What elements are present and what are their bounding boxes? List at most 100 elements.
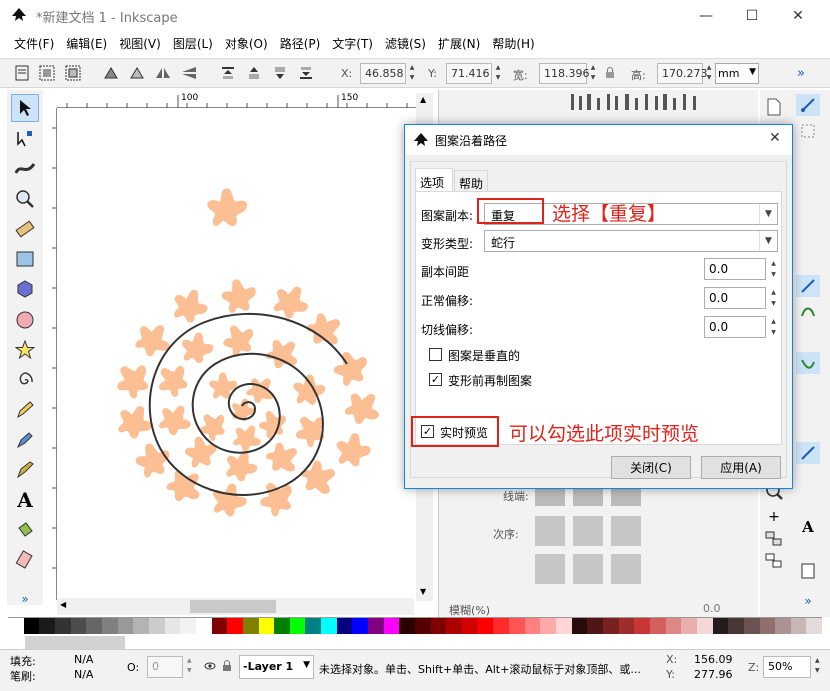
- minimize-button[interactable]: —: [683, 0, 729, 31]
- rectangle-tool-icon[interactable]: [11, 245, 39, 273]
- palette-swatch[interactable]: [54, 618, 71, 634]
- normal-offset-input[interactable]: 0.0: [704, 287, 766, 309]
- order-option-4[interactable]: [535, 554, 565, 584]
- lock-icon[interactable]: [604, 66, 616, 80]
- snap-center-icon[interactable]: [796, 442, 820, 464]
- opacity-input[interactable]: 0: [147, 656, 183, 678]
- palette-swatch[interactable]: [430, 618, 447, 634]
- group-icon[interactable]: [762, 528, 786, 550]
- tangent-offset-input[interactable]: 0.0: [704, 316, 766, 338]
- duplicate-before-deform-checkbox[interactable]: ✓: [429, 373, 442, 386]
- new-document-icon[interactable]: [762, 96, 786, 118]
- palette-swatch[interactable]: [336, 618, 353, 634]
- snap-page-icon[interactable]: [796, 560, 820, 582]
- palette-swatch[interactable]: [743, 618, 760, 634]
- palette-swatch[interactable]: [383, 618, 400, 634]
- node-tool-icon[interactable]: [11, 125, 39, 153]
- order-option-2[interactable]: [573, 516, 603, 546]
- palette-swatch[interactable]: [555, 618, 572, 634]
- palette-swatch[interactable]: [759, 618, 776, 634]
- layer-lock-icon[interactable]: [222, 659, 232, 672]
- snap-toggle-icon[interactable]: [796, 94, 820, 116]
- pattern-vertical-checkbox[interactable]: [429, 348, 442, 361]
- palette-swatch[interactable]: [649, 618, 666, 634]
- y-spinner[interactable]: ▲ ▼: [493, 63, 503, 84]
- palette-swatch[interactable]: [665, 618, 682, 634]
- unit-select[interactable]: mm ▼: [715, 63, 759, 84]
- scroll-thumb[interactable]: [190, 600, 276, 613]
- palette-swatch[interactable]: [23, 618, 40, 634]
- height-spinner[interactable]: ▲ ▼: [704, 63, 714, 84]
- canvas-horizontal-scrollbar[interactable]: ◀: [57, 598, 414, 615]
- zoom-spinner[interactable]: ▲ ▼: [815, 656, 820, 676]
- select-all-layers-icon[interactable]: [38, 64, 56, 82]
- palette-swatch[interactable]: [101, 618, 118, 634]
- menu-file[interactable]: 文件(F): [14, 35, 54, 52]
- palette-swatch[interactable]: [195, 618, 212, 634]
- selector-tool-icon[interactable]: [11, 94, 39, 122]
- text-baseline-icon[interactable]: A: [796, 516, 820, 538]
- toolbar-overflow-button[interactable]: »: [797, 66, 805, 81]
- spacing-spinner[interactable]: ▲ ▼: [768, 258, 779, 280]
- menu-object[interactable]: 对象(O): [225, 35, 268, 52]
- palette-swatch[interactable]: [305, 618, 322, 634]
- snap-bbox-icon[interactable]: [796, 120, 820, 142]
- layer-select[interactable]: -Layer 1 ▼: [239, 655, 314, 679]
- pen-tool-icon[interactable]: [11, 426, 39, 454]
- scroll-up-icon[interactable]: ▲: [420, 95, 426, 104]
- palette-swatch[interactable]: [618, 618, 635, 634]
- eye-icon[interactable]: [204, 661, 216, 671]
- palette-swatch[interactable]: [728, 618, 744, 634]
- add-icon[interactable]: +: [762, 506, 786, 528]
- menu-extensions[interactable]: 扩展(N): [438, 35, 480, 52]
- palette-swatch[interactable]: [775, 618, 791, 634]
- measure-tool-icon[interactable]: [11, 215, 39, 243]
- select-all-icon[interactable]: [14, 64, 30, 82]
- color-palette[interactable]: [8, 617, 823, 634]
- pencil-tool-icon[interactable]: [11, 396, 39, 424]
- menu-filters[interactable]: 滤镜(S): [385, 35, 426, 52]
- palette-swatch[interactable]: [164, 618, 181, 634]
- menu-help[interactable]: 帮助(H): [492, 35, 534, 52]
- palette-swatch[interactable]: [696, 618, 713, 634]
- flip-vertical-icon[interactable]: [179, 64, 199, 82]
- palette-swatch[interactable]: [86, 618, 102, 634]
- menu-text[interactable]: 文字(T): [332, 35, 373, 52]
- maximize-button[interactable]: ☐: [729, 0, 775, 31]
- lower-to-bottom-icon[interactable]: [296, 64, 316, 82]
- palette-swatch[interactable]: [8, 618, 24, 634]
- palette-swatch[interactable]: [540, 618, 556, 634]
- dialog-apply-button[interactable]: 应用(A): [701, 456, 781, 479]
- rotate-cw-icon[interactable]: [127, 64, 147, 82]
- lower-icon[interactable]: [270, 64, 290, 82]
- ungroup-icon[interactable]: [762, 550, 786, 572]
- palette-swatch[interactable]: [352, 618, 369, 634]
- palette-swatch[interactable]: [681, 618, 697, 634]
- menu-view[interactable]: 视图(V): [119, 35, 161, 52]
- palette-swatch[interactable]: [462, 618, 478, 634]
- rotate-ccw-icon[interactable]: [101, 64, 121, 82]
- palette-swatch[interactable]: [148, 618, 165, 634]
- width-input[interactable]: 118.396: [539, 63, 590, 84]
- palette-swatch[interactable]: [602, 618, 619, 634]
- dialog-close-button[interactable]: 关闭(C): [611, 456, 691, 479]
- raise-icon[interactable]: [244, 64, 264, 82]
- spiral-tool-icon[interactable]: [11, 366, 39, 394]
- palette-swatch[interactable]: [242, 618, 259, 634]
- palette-scrollbar[interactable]: [25, 636, 125, 649]
- menu-path[interactable]: 路径(P): [280, 35, 321, 52]
- tab-options[interactable]: 选项: [415, 168, 453, 192]
- opacity-spinner[interactable]: ▲ ▼: [187, 656, 192, 676]
- palette-swatch[interactable]: [321, 618, 337, 634]
- x-spinner[interactable]: ▲ ▼: [407, 63, 417, 84]
- palette-swatch[interactable]: [493, 618, 509, 634]
- palette-swatch[interactable]: [368, 618, 384, 634]
- y-input[interactable]: 71.416: [446, 63, 492, 84]
- height-input[interactable]: 170.273: [657, 63, 708, 84]
- palette-swatch[interactable]: [399, 618, 416, 634]
- zoom-input[interactable]: 50%: [763, 656, 811, 678]
- order-option-3[interactable]: [611, 516, 641, 546]
- scroll-left-icon[interactable]: ◀: [60, 600, 66, 609]
- width-spinner[interactable]: ▲ ▼: [588, 63, 598, 84]
- order-option-6[interactable]: [611, 554, 641, 584]
